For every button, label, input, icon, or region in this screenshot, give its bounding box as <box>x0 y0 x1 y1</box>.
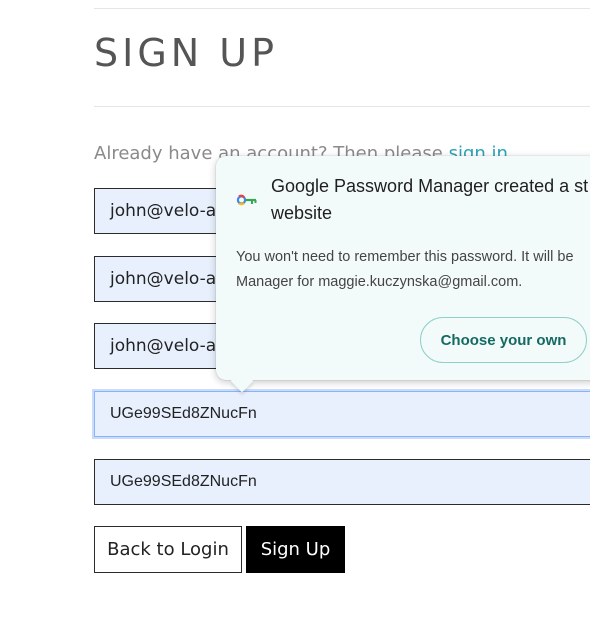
password-manager-popup: Google Password Manager created a st web… <box>216 156 590 393</box>
choose-your-own-button[interactable]: Choose your own <box>420 317 587 363</box>
password-field-value: UGe99SEd8ZNucFn <box>110 405 257 422</box>
email-field-1-value: john@velo-a <box>110 201 217 221</box>
popup-title-line-1: Google Password Manager created a st <box>271 176 589 196</box>
page-title: SIGN UP <box>94 31 279 75</box>
popup-body-line-1: You won't need to remember this password… <box>236 249 574 265</box>
confirm-password-field-value: UGe99SEd8ZNucFn <box>110 473 257 490</box>
confirm-password-field[interactable]: UGe99SEd8ZNucFn <box>94 459 590 505</box>
password-field[interactable]: UGe99SEd8ZNucFn <box>94 391 590 437</box>
sign-up-button[interactable]: Sign Up <box>246 526 345 573</box>
popup-body-line-2: Manager for maggie.kuczynska@gmail.com. <box>236 274 523 290</box>
email-field-3-value: john@velo-a <box>110 336 217 356</box>
popup-body: You won't need to remember this password… <box>236 245 590 295</box>
popup-title: Google Password Manager created a st web… <box>271 173 590 227</box>
popup-title-line-2: website <box>271 203 333 223</box>
key-icon <box>236 194 257 206</box>
back-to-login-button[interactable]: Back to Login <box>94 526 242 573</box>
email-field-2-value: john@velo-a <box>110 269 217 289</box>
popup-pointer <box>230 369 254 393</box>
title-divider <box>94 106 590 107</box>
top-divider <box>94 8 590 9</box>
